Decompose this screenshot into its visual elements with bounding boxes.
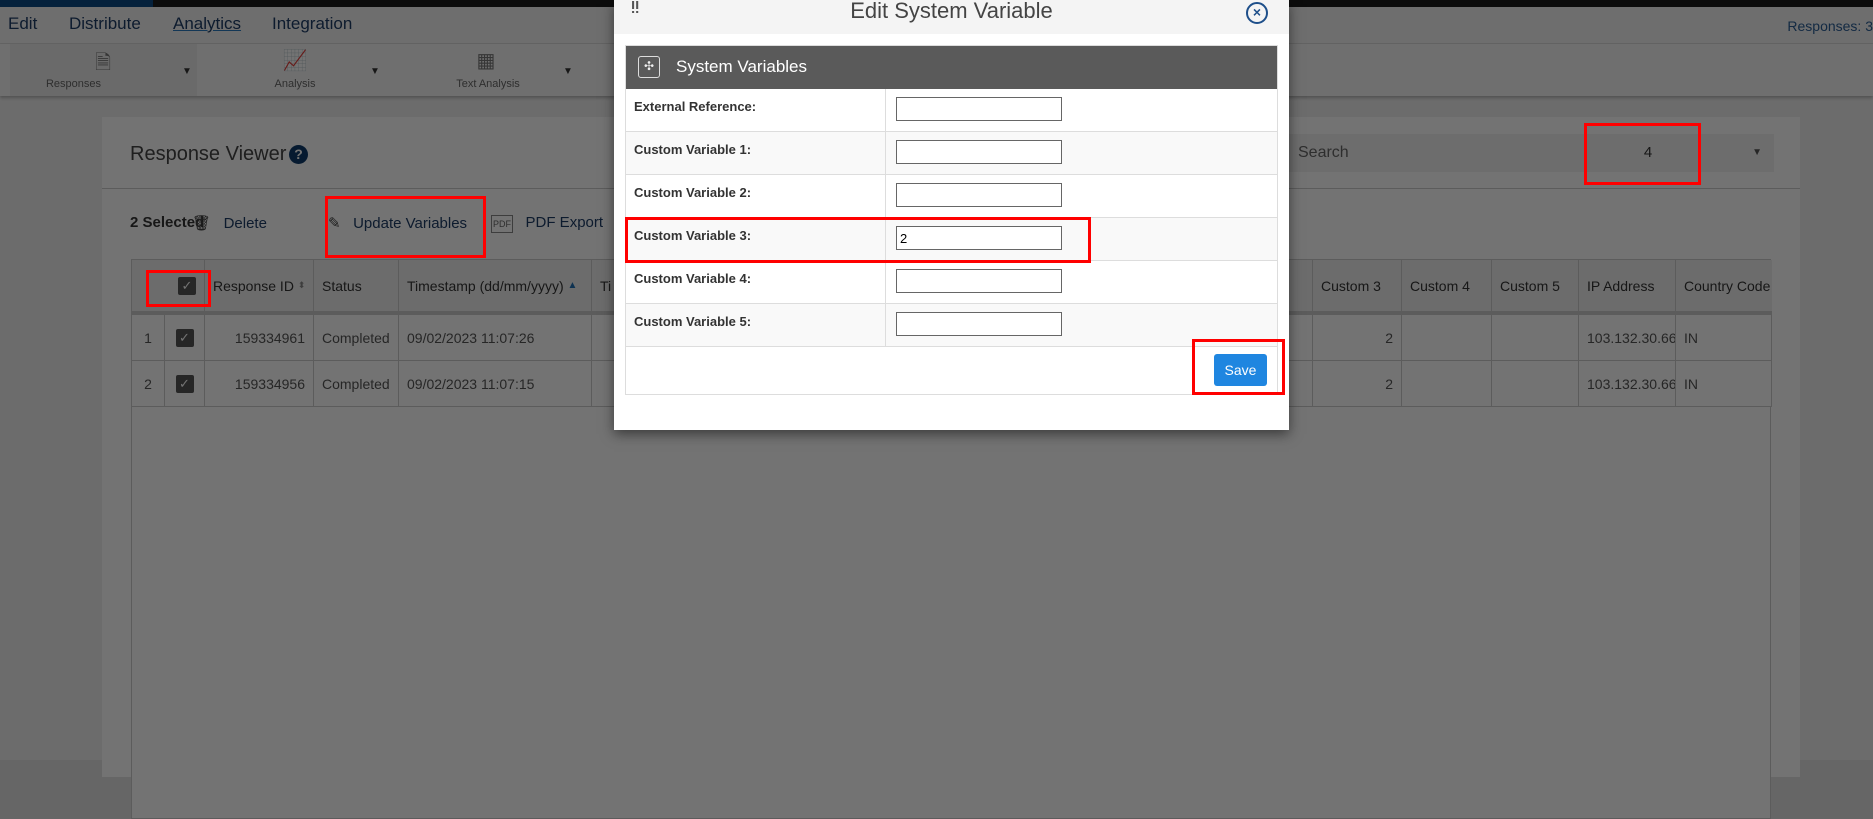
select-all-checkbox[interactable]: ✓ — [178, 276, 196, 295]
custom-variable-input[interactable] — [896, 269, 1062, 293]
menu-integration[interactable]: Integration — [272, 14, 352, 34]
header-label: Timestamp (dd/mm/yyyy) — [407, 277, 564, 294]
cell-ip-address: 103.132.30.66 — [1579, 315, 1676, 361]
header-ip-address[interactable]: IP Address — [1579, 260, 1676, 315]
cell-timestamp: 09/02/2023 11:07:15 — [399, 361, 592, 407]
row-checkbox-cell: ✓ — [165, 315, 205, 361]
field-label: Custom Variable 3: — [626, 218, 886, 260]
cell-custom-5 — [1492, 361, 1579, 407]
puzzle-icon: ✣ — [638, 56, 660, 78]
pdf-export-button[interactable]: PDF PDF Export — [491, 214, 604, 233]
hand-document-icon: 🗎 — [94, 52, 112, 74]
toolbar-label: Analysis — [274, 78, 316, 90]
header-custom-5[interactable]: Custom 5 — [1492, 260, 1579, 315]
cell-timestamp: 09/02/2023 11:07:26 — [399, 315, 592, 361]
row-number: 1 — [132, 315, 165, 361]
section-header: ✣ System Variables — [626, 46, 1277, 89]
delete-label: Delete — [223, 215, 267, 232]
custom-variable-input[interactable] — [896, 226, 1062, 250]
toolbar-text-analysis[interactable]: ▦ Text Analysis ▼ — [393, 44, 583, 96]
field-row: Custom Variable 1: — [626, 132, 1277, 175]
cell-custom-3: 2 — [1313, 361, 1402, 407]
field-row: Custom Variable 5: — [626, 304, 1277, 347]
toolbar-label: Text Analysis — [456, 78, 520, 90]
header-timestamp[interactable]: Timestamp (dd/mm/yyyy) ▲ — [399, 260, 592, 315]
pdf-export-label: PDF Export — [525, 214, 604, 231]
page-size-value: 4 — [1643, 144, 1653, 161]
field-row: External Reference: — [626, 89, 1277, 132]
header-country-code[interactable]: Country Code — [1676, 260, 1772, 315]
section-title: System Variables — [676, 57, 808, 76]
field-row: Custom Variable 4: — [626, 261, 1277, 304]
pdf-icon: PDF — [491, 215, 513, 233]
menu-distribute[interactable]: Distribute — [69, 14, 141, 34]
cell-status: Completed — [314, 361, 399, 407]
sort-asc-icon: ▲ — [567, 280, 578, 291]
responses-count: Responses: 3 — [1787, 18, 1873, 34]
line-chart-icon: 📈 — [282, 50, 308, 72]
cell-custom-3: 2 — [1313, 315, 1402, 361]
custom-variable-input[interactable] — [896, 312, 1062, 336]
close-icon[interactable]: × — [1246, 2, 1268, 24]
header-custom-4[interactable]: Custom 4 — [1402, 260, 1492, 315]
header-response-id[interactable]: Response ID ⬍ — [205, 260, 314, 315]
select-all-header: ✓ — [132, 260, 205, 315]
edit-system-variable-dialog: ⠿ ⠿ Edit System Variable × ✣ System Varia… — [614, 0, 1289, 430]
caret-down-icon[interactable]: ▼ — [182, 66, 192, 77]
update-variables-button[interactable]: ✎ Update Variables — [328, 214, 467, 232]
toolbar-label: Responses — [45, 78, 102, 90]
dialog-title: Edit System Variable — [850, 0, 1053, 23]
trash-icon: 🗑 — [192, 215, 212, 232]
sort-icon: ⬍ — [297, 280, 306, 290]
row-number: 2 — [132, 361, 165, 407]
field-label: Custom Variable 4: — [626, 261, 886, 303]
toolbar-analysis[interactable]: 📈 Analysis ▼ — [200, 44, 390, 96]
header-label: Response ID — [213, 277, 294, 294]
custom-variable-input[interactable] — [896, 140, 1062, 164]
custom-variable-input[interactable] — [896, 97, 1062, 121]
cell-status: Completed — [314, 315, 399, 361]
field-label: Custom Variable 2: — [626, 175, 886, 217]
field-row: Custom Variable 3: — [626, 218, 1277, 261]
cell-country-code: IN — [1676, 315, 1772, 361]
cell-custom-4 — [1402, 361, 1492, 407]
row-checkbox[interactable]: ✓ — [175, 328, 194, 347]
field-label: External Reference: — [626, 89, 886, 131]
field-row: Custom Variable 2: — [626, 175, 1277, 218]
active-tab-indicator — [0, 0, 153, 7]
field-label: Custom Variable 1: — [626, 132, 886, 174]
save-button[interactable]: Save — [1214, 354, 1267, 386]
cell-country-code: IN — [1676, 361, 1772, 407]
caret-down-icon: ▼ — [1752, 147, 1762, 158]
cell-ip-address: 103.132.30.66 — [1579, 361, 1676, 407]
page-size-select[interactable]: 4 ▼ — [1543, 134, 1774, 172]
text-analysis-icon: ▦ — [476, 50, 496, 72]
page-title: Response Viewer — [130, 143, 287, 165]
field-label: Custom Variable 5: — [626, 304, 886, 346]
pencil-icon: ✎ — [328, 215, 341, 232]
cell-custom-4 — [1402, 315, 1492, 361]
row-checkbox[interactable]: ✓ — [175, 374, 194, 393]
row-checkbox-cell: ✓ — [165, 361, 205, 407]
menu-analytics[interactable]: Analytics — [173, 14, 241, 34]
help-icon[interactable]: ? — [289, 145, 308, 164]
cell-response-id: 159334961 — [205, 315, 314, 361]
custom-variable-input[interactable] — [896, 183, 1062, 207]
cell-custom-5 — [1492, 315, 1579, 361]
cell-response-id: 159334956 — [205, 361, 314, 407]
system-variables-section: ✣ System Variables External Reference: C… — [625, 45, 1278, 395]
delete-button[interactable]: 🗑 Delete — [192, 214, 267, 232]
menu-edit[interactable]: Edit — [8, 14, 37, 34]
header-status[interactable]: Status — [314, 260, 399, 315]
toolbar-responses[interactable]: 🗎 Responses ▼ — [10, 44, 197, 96]
update-variables-label: Update Variables — [353, 215, 468, 232]
caret-down-icon[interactable]: ▼ — [563, 66, 573, 77]
header-custom-3[interactable]: Custom 3 — [1313, 260, 1402, 315]
caret-down-icon[interactable]: ▼ — [370, 66, 380, 77]
